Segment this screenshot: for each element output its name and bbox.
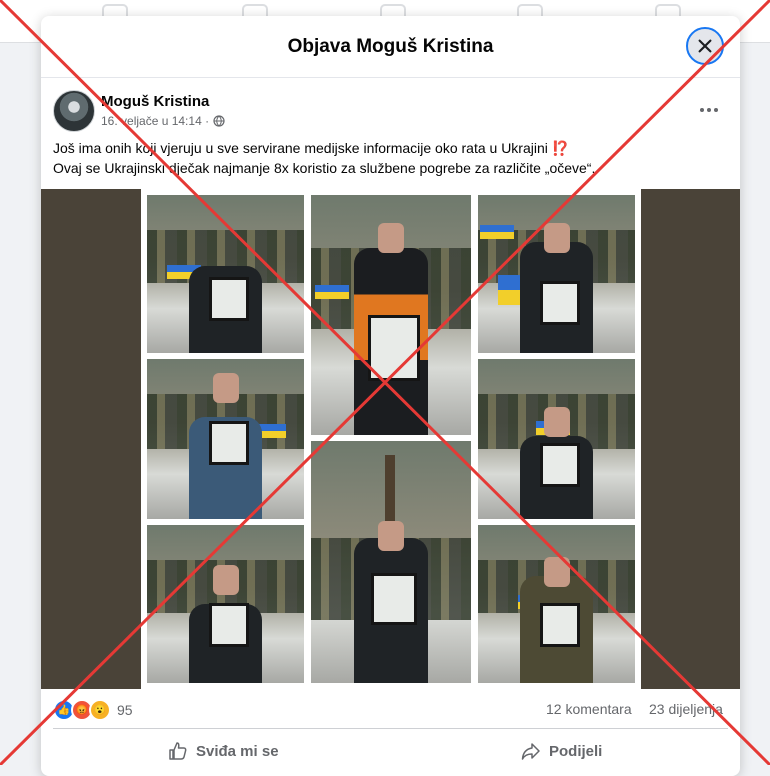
photo-collage (141, 189, 641, 689)
post-actions: Sviđa mi se Podijeli (53, 728, 728, 773)
collage-photo-6 (478, 359, 635, 519)
collage-photo-7 (147, 525, 304, 683)
share-button-label: Podijeli (549, 742, 603, 760)
wow-reaction-icon: 😮 (89, 699, 111, 721)
modal-header: Objava Moguš Kristina (41, 16, 740, 78)
collage-photo-4 (147, 359, 304, 519)
comments-count[interactable]: 12 komentara (546, 701, 632, 717)
post-stats: 👍 😡 😮 95 12 komentara 23 dijeljenja (41, 691, 740, 729)
shares-count[interactable]: 23 dijeljenja (649, 701, 723, 717)
collage-photo-1 (147, 195, 304, 353)
author-name[interactable]: Moguš Kristina (101, 93, 209, 110)
modal-title: Objava Moguš Kristina (287, 36, 494, 57)
more-icon (700, 108, 704, 112)
like-button-label: Sviđa mi se (196, 742, 279, 760)
avatar[interactable] (53, 90, 95, 132)
like-icon (169, 742, 187, 760)
globe-icon (213, 115, 225, 127)
post-text: Još ima onih koji vjeruju u sve serviran… (53, 138, 723, 178)
close-icon (698, 39, 712, 53)
collage-photo-5 (311, 441, 471, 683)
post-modal: Objava Moguš Kristina Moguš Kristina 16.… (41, 16, 740, 776)
post-header: Moguš Kristina 16. veljače u 14:14 · (41, 78, 740, 132)
more-options-button[interactable] (691, 100, 727, 120)
post-image[interactable] (41, 189, 740, 689)
collage-photo-8 (478, 525, 635, 683)
post-text-line-2: Ovaj se Ukrajinski dječak najmanje 8x ko… (53, 160, 596, 176)
collage-photo-2 (311, 195, 471, 435)
reactions-summary[interactable]: 👍 😡 😮 95 (53, 699, 133, 721)
close-button[interactable] (686, 27, 724, 65)
collage-photo-3 (478, 195, 635, 353)
post-timestamp[interactable]: 16. veljače u 14:14 · (101, 114, 209, 128)
share-button[interactable]: Podijeli (521, 733, 602, 769)
post-meta: 16. veljače u 14:14 · (101, 114, 225, 128)
share-icon (521, 743, 540, 760)
post-text-line-1: Još ima onih koji vjeruju u sve serviran… (53, 140, 570, 156)
like-button[interactable]: Sviđa mi se (168, 733, 279, 769)
reaction-count: 95 (117, 702, 133, 718)
